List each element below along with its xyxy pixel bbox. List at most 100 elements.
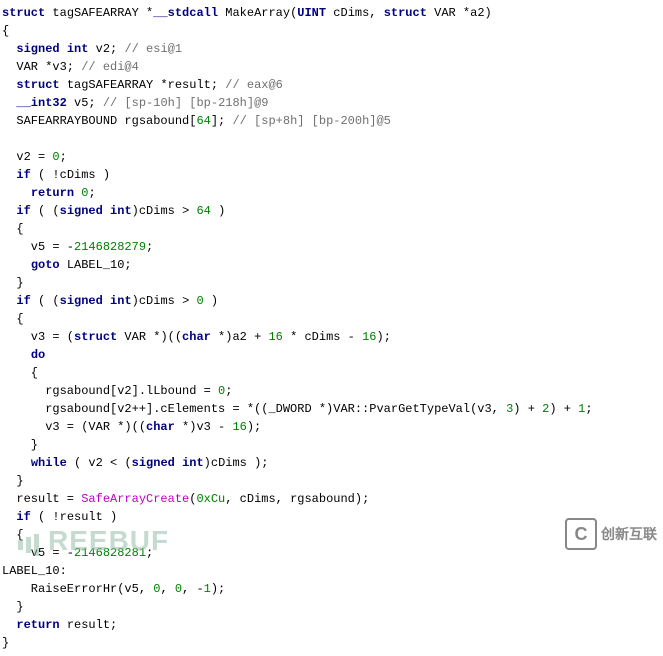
code-token: } xyxy=(2,474,24,488)
code-token: { xyxy=(2,528,24,542)
code-token: 0 xyxy=(52,150,59,164)
code-token: } xyxy=(2,276,24,290)
code-token: ( ( xyxy=(31,294,60,308)
code-block: struct tagSAFEARRAY *__stdcall MakeArray… xyxy=(0,0,663,656)
code-token: 1 xyxy=(204,582,211,596)
code-token xyxy=(2,42,16,56)
code-token: v3 = (VAR *)(( xyxy=(2,420,146,434)
code-token: signed xyxy=(60,294,103,308)
code-token: // eax@6 xyxy=(225,78,283,92)
code-token: signed xyxy=(60,204,103,218)
code-token: ) + xyxy=(513,402,542,416)
code-token: * cDims - xyxy=(283,330,362,344)
code-token: )cDims > xyxy=(132,204,197,218)
code-token: 0xCu xyxy=(196,492,225,506)
code-token: 64 xyxy=(196,204,210,218)
code-token: v2; xyxy=(88,42,124,56)
code-token: while xyxy=(31,456,67,470)
code-token xyxy=(2,456,31,470)
code-token: RaiseErrorHr(v5, xyxy=(2,582,153,596)
code-token: ; xyxy=(146,546,153,560)
code-token: SAFEARRAYBOUND rgsabound[ xyxy=(2,114,196,128)
code-token: struct xyxy=(16,78,59,92)
code-line: if ( !result ) xyxy=(2,510,117,524)
code-token: if xyxy=(16,510,30,524)
code-token: v5 = - xyxy=(2,546,74,560)
code-token: result = xyxy=(2,492,81,506)
code-token: 2146828281 xyxy=(74,546,146,560)
code-token: int xyxy=(110,204,132,218)
code-token: } xyxy=(2,600,24,614)
code-token: ( !cDims ) xyxy=(31,168,110,182)
code-token: ( ( xyxy=(31,204,60,218)
code-line: SAFEARRAYBOUND rgsabound[64]; // [sp+8h]… xyxy=(2,114,391,128)
code-token: 16 xyxy=(268,330,282,344)
code-line: } xyxy=(2,438,38,452)
code-token: 16 xyxy=(232,420,246,434)
code-line: { xyxy=(2,24,9,38)
code-token: , xyxy=(160,582,174,596)
code-line: } xyxy=(2,600,24,614)
code-token: VAR *a2) xyxy=(427,6,492,20)
code-token: ( !result ) xyxy=(31,510,117,524)
code-token xyxy=(2,618,16,632)
code-line: rgsabound[v2].lLbound = 0; xyxy=(2,384,232,398)
code-token: char xyxy=(182,330,211,344)
code-token: { xyxy=(2,222,24,236)
code-line: __int32 v5; // [sp-10h] [bp-218h]@9 xyxy=(2,96,268,110)
code-line: return result; xyxy=(2,618,117,632)
code-token: if xyxy=(16,204,30,218)
code-token xyxy=(2,96,16,110)
code-token xyxy=(2,258,31,272)
code-line: { xyxy=(2,366,38,380)
code-token: ( v2 < ( xyxy=(67,456,132,470)
code-line: if ( (signed int)cDims > 0 ) xyxy=(2,294,218,308)
code-token: if xyxy=(16,294,30,308)
code-token: ) xyxy=(211,204,225,218)
code-token: return xyxy=(31,186,74,200)
code-token: LABEL_10: xyxy=(2,564,67,578)
code-token: // edi@4 xyxy=(81,60,139,74)
code-line: rgsabound[v2++].cElements = *((_DWORD *)… xyxy=(2,402,593,416)
code-token: cDims, xyxy=(326,6,384,20)
code-token: tagSAFEARRAY * xyxy=(45,6,153,20)
code-token xyxy=(2,348,31,362)
code-line: if ( !cDims ) xyxy=(2,168,110,182)
code-token: )cDims > xyxy=(132,294,197,308)
code-token: ; xyxy=(60,150,67,164)
code-token: v2 = xyxy=(2,150,52,164)
code-token: SafeArrayCreate xyxy=(81,492,189,506)
code-token: 0 xyxy=(175,582,182,596)
code-token: ; xyxy=(88,186,95,200)
code-token xyxy=(2,186,31,200)
code-token xyxy=(2,294,16,308)
code-token xyxy=(2,204,16,218)
code-token: struct xyxy=(2,6,45,20)
code-token: { xyxy=(2,24,9,38)
code-token xyxy=(2,510,16,524)
code-token: 16 xyxy=(362,330,376,344)
code-token: result; xyxy=(60,618,118,632)
code-line: { xyxy=(2,528,24,542)
code-token: VAR *)(( xyxy=(117,330,182,344)
code-token: } xyxy=(2,438,38,452)
code-token: v5 = - xyxy=(2,240,74,254)
code-token: 2146828279 xyxy=(74,240,146,254)
code-token: // [sp+8h] [bp-200h]@5 xyxy=(232,114,390,128)
code-token: ; xyxy=(585,402,592,416)
code-line: return 0; xyxy=(2,186,96,200)
code-line: v3 = (struct VAR *)((char *)a2 + 16 * cD… xyxy=(2,330,391,344)
code-token: struct xyxy=(74,330,117,344)
code-line: } xyxy=(2,474,24,488)
code-token: , cDims, rgsabound); xyxy=(225,492,369,506)
code-line: struct tagSAFEARRAY *result; // eax@6 xyxy=(2,78,283,92)
code-token: int xyxy=(110,294,132,308)
code-token: char xyxy=(146,420,175,434)
code-token: ); xyxy=(377,330,391,344)
code-token: if xyxy=(16,168,30,182)
code-token: VAR *v3; xyxy=(2,60,81,74)
code-token: { xyxy=(2,366,38,380)
code-token: ) + xyxy=(549,402,578,416)
code-line: while ( v2 < (signed int)cDims ); xyxy=(2,456,268,470)
code-token: LABEL_10; xyxy=(60,258,132,272)
